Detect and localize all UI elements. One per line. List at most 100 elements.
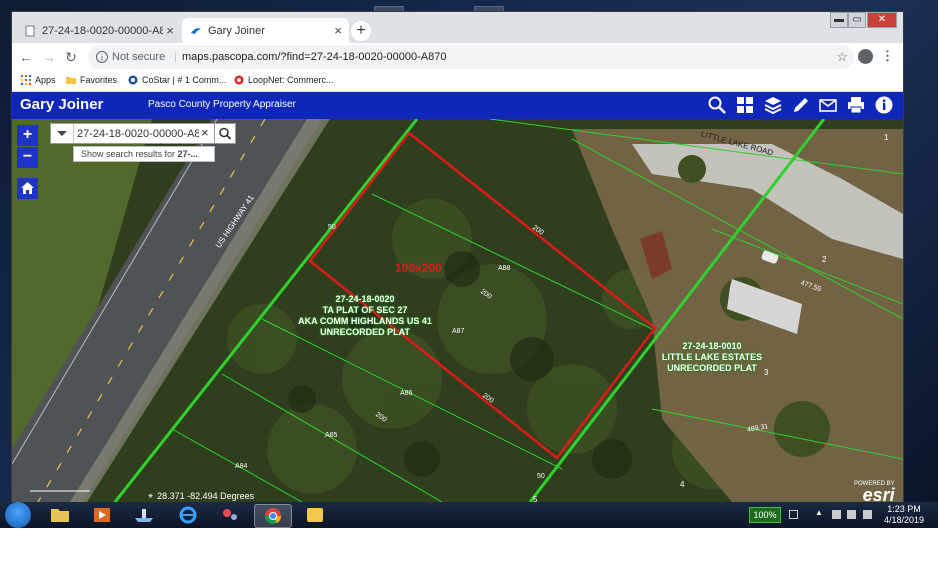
- suggestion-term: 27-...: [177, 149, 199, 159]
- ie-taskbar-item[interactable]: [170, 504, 206, 526]
- clock-date: 4/18/2019: [883, 515, 925, 525]
- apps-grid-icon: [21, 75, 31, 85]
- tab-title: Gary Joiner: [208, 24, 265, 37]
- menu-icon[interactable]: ⋮: [881, 48, 894, 64]
- bookmark-star-icon[interactable]: ☆: [836, 45, 848, 69]
- lot-label: A84: [235, 463, 248, 470]
- parcel-status: UNRECORDED PLAT: [320, 327, 410, 337]
- forward-button[interactable]: →: [41, 49, 57, 65]
- crosshair-icon: ⌖: [148, 491, 154, 501]
- search-suggestion[interactable]: Show search results for 27-...: [73, 146, 215, 162]
- close-window-button[interactable]: ✕: [867, 12, 897, 28]
- bookmark-costar[interactable]: CoStar | # 1 Comm...: [128, 75, 226, 85]
- esri-attribution[interactable]: POWERED BY esri: [854, 481, 895, 502]
- page-icon: [25, 25, 35, 36]
- folder-icon: [307, 508, 323, 522]
- home-button[interactable]: [17, 178, 38, 199]
- layers-icon[interactable]: [763, 95, 783, 115]
- search-button[interactable]: [214, 123, 236, 144]
- reload-button[interactable]: ↻: [63, 49, 79, 65]
- info-icon[interactable]: i: [96, 51, 108, 63]
- profile-icon[interactable]: [858, 49, 873, 64]
- media-taskbar-item[interactable]: [84, 504, 120, 526]
- tab-parcel[interactable]: 27-24-18-0020-00000-A870 | Pa ×: [16, 18, 181, 43]
- draw-icon[interactable]: [791, 95, 811, 115]
- grid-icon[interactable]: [735, 95, 755, 115]
- lot-number: 2: [822, 255, 827, 264]
- app-taskbar-item[interactable]: [212, 504, 248, 526]
- bookmark-apps[interactable]: Apps: [21, 75, 56, 85]
- ship-icon: [135, 509, 153, 522]
- chevron-up-icon[interactable]: ▲: [815, 508, 824, 517]
- volume-icon[interactable]: [863, 510, 872, 519]
- close-tab-icon[interactable]: ×: [331, 23, 345, 38]
- parcel-id: 27-24-18-0020: [335, 294, 395, 304]
- tab-strip: 27-24-18-0020-00000-A870 | Pa × Gary Joi…: [12, 12, 903, 43]
- zoom-out-button[interactable]: −: [17, 147, 38, 168]
- minimize-button[interactable]: ▬: [830, 12, 848, 28]
- bookmark-favorites[interactable]: Favorites: [66, 75, 117, 85]
- lot-label: A86: [400, 390, 413, 397]
- esri-logo: esri: [862, 485, 895, 502]
- address-separator: |: [174, 51, 177, 63]
- security-status: Not secure: [112, 51, 166, 63]
- coordinate-readout: ⌖ 28.371 -82.494 Degrees: [148, 491, 254, 502]
- new-tab-button[interactable]: +: [351, 21, 371, 41]
- print-icon[interactable]: [846, 95, 866, 115]
- email-icon[interactable]: [818, 95, 838, 115]
- lot-number: 5: [533, 495, 538, 502]
- bookmark-loopnet[interactable]: LoopNet: Commerc...: [234, 75, 334, 85]
- loopnet-icon: [234, 75, 244, 85]
- lot-label: A88: [498, 265, 511, 272]
- media-player-icon: [94, 508, 110, 522]
- lot-label: A87: [452, 328, 465, 335]
- search-icon[interactable]: [707, 95, 727, 115]
- battery-icon[interactable]: [789, 510, 798, 519]
- url-text[interactable]: maps.pascopa.com/?find=27-24-18-0020-000…: [182, 45, 446, 69]
- maximize-button[interactable]: ▭: [848, 12, 866, 28]
- signal-icon[interactable]: [847, 510, 856, 519]
- search-source-dropdown[interactable]: [51, 124, 74, 143]
- parcel-label-east[interactable]: 27-24-18-0010 LITTLE LAKE ESTATES UNRECO…: [652, 341, 772, 374]
- parcel-dimensions-label: 100x200: [395, 261, 442, 275]
- parcel-plat: LITTLE LAKE ESTATES: [661, 352, 763, 362]
- battery-indicator[interactable]: 100%: [749, 507, 781, 523]
- lot-dimension: 50: [537, 473, 545, 480]
- clear-search-icon[interactable]: ×: [201, 125, 209, 140]
- chrome-icon: [264, 508, 282, 525]
- tab-gary-joiner[interactable]: Gary Joiner ×: [182, 18, 349, 43]
- info-icon[interactable]: [874, 95, 894, 115]
- network-icon[interactable]: [832, 510, 841, 519]
- explorer-taskbar-item[interactable]: [42, 504, 78, 526]
- map-view[interactable]: US HIGHWAY 41 LITTLE LAKE ROAD 100x200 2…: [12, 119, 903, 502]
- parcel-label-main[interactable]: 27-24-18-0020 TA PLAT OF SEC 27 AKA COMM…: [295, 294, 435, 338]
- bookmark-label: LoopNet: Commerc...: [248, 75, 334, 85]
- clock[interactable]: 1:23 PM 4/18/2019: [876, 504, 932, 526]
- pascopa-icon: [191, 27, 201, 34]
- parcel-id: 27-24-18-0010: [682, 341, 742, 351]
- map-search: ×: [50, 123, 236, 144]
- address-bar[interactable]: i Not secure | maps.pascopa.com/?find=27…: [88, 45, 854, 69]
- suggestion-prefix: Show search results for: [81, 149, 178, 159]
- chrome-taskbar-item[interactable]: [254, 504, 292, 528]
- parcel-aka: AKA COMM HIGHLANDS US 41: [298, 316, 432, 326]
- lot-number: 3: [764, 368, 769, 377]
- taskbar: 100% ▲ 1:23 PM 4/18/2019: [0, 502, 938, 528]
- coordinate-text: 28.371 -82.494 Degrees: [157, 491, 255, 501]
- close-tab-icon[interactable]: ×: [163, 23, 177, 38]
- app-taskbar-item[interactable]: [126, 504, 162, 526]
- start-button[interactable]: [5, 502, 31, 528]
- snipping-tool-icon: [223, 509, 237, 520]
- lot-dimension: 50: [328, 224, 336, 231]
- bookmark-label: Favorites: [80, 75, 118, 85]
- zoom-in-button[interactable]: +: [17, 125, 38, 146]
- home-icon: [21, 182, 34, 194]
- clock-time: 1:23 PM: [887, 504, 921, 514]
- app-taskbar-item[interactable]: [297, 504, 333, 526]
- parcel-plat: TA PLAT OF SEC 27: [322, 305, 408, 315]
- app-subtitle: Pasco County Property Appraiser: [148, 99, 296, 110]
- lot-label: A85: [325, 432, 338, 439]
- lot-number: 1: [884, 133, 889, 142]
- back-button[interactable]: ←: [18, 49, 34, 65]
- search-input[interactable]: [77, 124, 199, 143]
